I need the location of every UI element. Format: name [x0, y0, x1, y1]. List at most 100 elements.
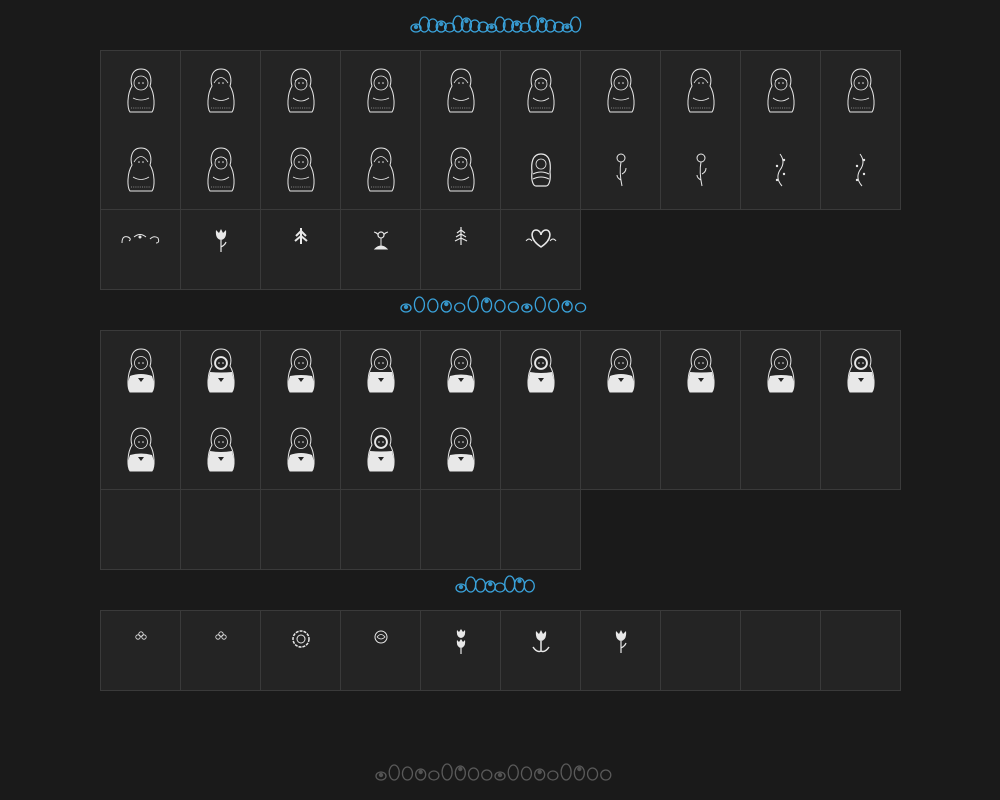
glyph-cell[interactable] [341, 130, 421, 210]
glyph-row [100, 330, 901, 411]
glyph-cell[interactable] [341, 210, 421, 290]
ring-flower-icon [291, 629, 310, 648]
glyph-cell[interactable] [421, 490, 501, 570]
footer-lettering [0, 760, 1000, 784]
glyph-cell[interactable] [501, 410, 581, 490]
leaf-sprig-icon [293, 227, 308, 244]
glyph-cell[interactable] [421, 410, 501, 490]
glyph-cell[interactable] [741, 50, 821, 131]
glyph-cell[interactable] [501, 50, 581, 131]
glyph-cell[interactable] [661, 410, 741, 490]
glyph-cell[interactable] [100, 410, 181, 490]
glyph-cell[interactable] [661, 130, 741, 210]
glyph-grid-outline-dolls [100, 50, 901, 290]
glyph-cell[interactable] [741, 130, 821, 210]
glyph-cell[interactable] [341, 490, 421, 570]
matryoshka-outline-icon [286, 146, 315, 191]
glyph-cell[interactable] [501, 130, 581, 210]
matryoshka-title-lettering-icon [400, 295, 587, 313]
glyph-cell[interactable] [261, 330, 341, 411]
glyph-cell[interactable] [261, 50, 341, 131]
glyph-cell[interactable] [421, 210, 501, 290]
matryoshka-baby-icon [530, 152, 551, 187]
tulip-stem-icon [456, 628, 465, 654]
glyph-row [100, 410, 901, 490]
glyph-cell[interactable] [261, 610, 341, 691]
matryoshka-filled-icon [846, 347, 875, 392]
glyph-row [100, 610, 901, 691]
swirl-ornament-icon [121, 233, 159, 243]
matryoshka-outline-icon [686, 67, 715, 112]
glyph-cell[interactable] [100, 610, 181, 691]
glyph-cell[interactable] [421, 610, 501, 691]
glyph-cell[interactable] [581, 610, 661, 691]
glyph-cell[interactable] [501, 210, 581, 290]
glyph-cell[interactable] [821, 130, 901, 210]
glyph-cell[interactable] [181, 50, 261, 131]
glyph-cell[interactable] [181, 490, 261, 570]
glyph-cell[interactable] [341, 410, 421, 490]
matryoshka-outline-icon [206, 146, 235, 191]
matryoshka-outline-icon [606, 67, 635, 112]
glyph-cell[interactable] [661, 50, 741, 131]
glyph-cell[interactable] [421, 330, 501, 411]
matryoshka-filled-icon [446, 426, 475, 471]
glyph-cell[interactable] [741, 330, 821, 411]
matryoshka-outline-icon [286, 67, 315, 112]
glyph-cell[interactable] [181, 330, 261, 411]
glyph-cell[interactable] [341, 50, 421, 131]
matryoshka-outline-icon [446, 146, 475, 191]
glyph-cell[interactable] [100, 330, 181, 411]
glyph-cell[interactable] [661, 610, 741, 691]
matryoshka-filled-icon [446, 347, 475, 392]
matryoshka-outline-icon [766, 67, 795, 112]
matryoshka-filled-icon [126, 426, 155, 471]
glyph-cell[interactable] [181, 130, 261, 210]
glyph-cell[interactable] [261, 410, 341, 490]
glyph-cell[interactable] [100, 130, 181, 210]
small-flower-icon [134, 630, 147, 640]
matryoshka-filled-icon [286, 347, 315, 392]
matryoshka-outline-icon [526, 67, 555, 112]
glyph-cell[interactable] [821, 330, 901, 411]
matryoshka-filled-icon [366, 426, 395, 471]
glyph-cell[interactable] [581, 330, 661, 411]
glyph-cell[interactable] [501, 490, 581, 570]
glyph-cell[interactable] [261, 490, 341, 570]
glyph-cell[interactable] [261, 210, 341, 290]
matryoshka-filled-icon [366, 347, 395, 392]
glyph-cell[interactable] [581, 50, 661, 131]
matryoshka-title-lettering-icon [410, 15, 582, 33]
glyph-cell[interactable] [821, 610, 901, 691]
glyph-cell[interactable] [421, 50, 501, 131]
glyph-cell[interactable] [741, 610, 821, 691]
glyph-cell[interactable] [581, 410, 661, 490]
glyph-cell[interactable] [741, 410, 821, 490]
glyph-cell[interactable] [821, 410, 901, 490]
glyph-cell[interactable] [181, 410, 261, 490]
glyph-cell[interactable] [181, 210, 261, 290]
glyph-grid-filled-dolls [100, 330, 901, 570]
glyph-cell[interactable] [821, 50, 901, 131]
glyph-cell[interactable] [100, 50, 181, 131]
glyph-cell[interactable] [100, 210, 181, 290]
matryoshka-filled-icon [686, 347, 715, 392]
glyph-cell[interactable] [100, 490, 181, 570]
matryoshka-filled-icon [286, 426, 315, 471]
glyph-grid-ornaments [100, 610, 901, 691]
tulip-icon [615, 629, 627, 653]
glyph-cell[interactable] [341, 330, 421, 411]
glyph-cell[interactable] [181, 610, 261, 691]
matryoshka-filled-icon [606, 347, 635, 392]
vine-icon [855, 153, 865, 186]
glyph-cell[interactable] [421, 130, 501, 210]
section-heading-outline-dolls [0, 12, 1000, 36]
glyph-cell[interactable] [661, 330, 741, 411]
glyph-cell[interactable] [581, 130, 661, 210]
glyph-row [100, 130, 901, 210]
glyph-cell[interactable] [341, 610, 421, 691]
glyph-cell[interactable] [501, 330, 581, 411]
glyph-cell[interactable] [261, 130, 341, 210]
glyph-cell[interactable] [501, 610, 581, 691]
matryoshka-outline-icon [126, 67, 155, 112]
